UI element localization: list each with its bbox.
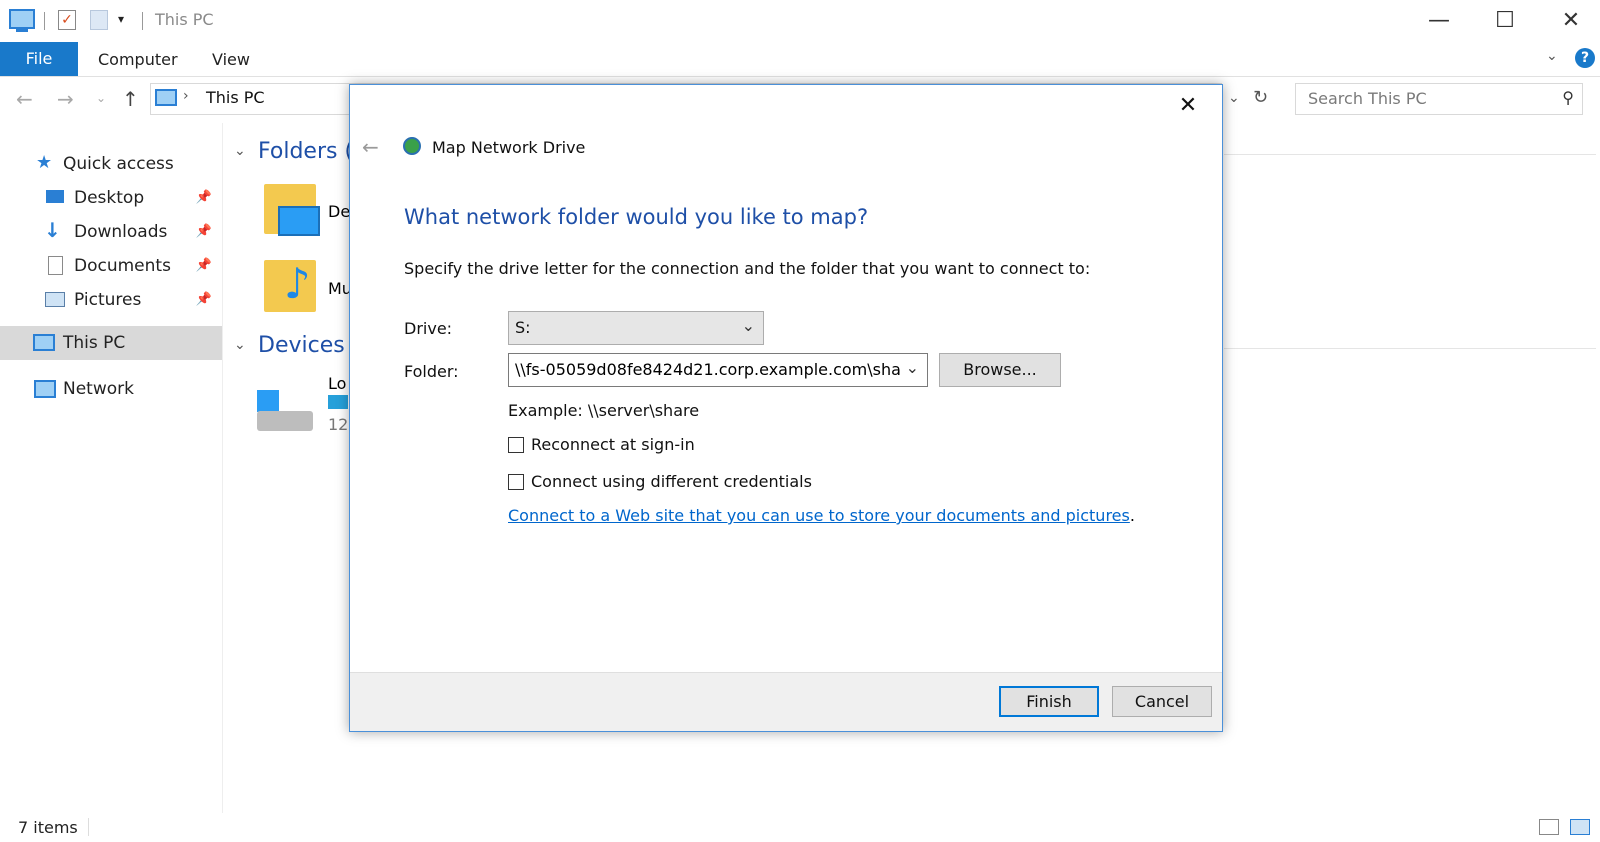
download-arrow-icon: ↓ — [44, 218, 61, 242]
group-divider — [1224, 348, 1596, 349]
breadcrumb-this-pc[interactable]: This PC — [206, 88, 265, 107]
tab-computer[interactable]: Computer — [98, 50, 178, 69]
sidebar-item-this-pc[interactable]: This PC — [0, 326, 222, 360]
new-folder-icon[interactable] — [90, 10, 108, 30]
folder-name[interactable]: De — [328, 202, 350, 221]
close-dialog-button[interactable]: ✕ — [1168, 91, 1208, 121]
tab-file[interactable]: File — [0, 42, 78, 76]
folder-input[interactable]: \\fs-05059d08fe8424d21.corp.example.com\… — [508, 353, 928, 387]
maximize-button[interactable]: ☐ — [1482, 6, 1528, 36]
sidebar-item-pictures[interactable]: Pictures 📌 — [0, 283, 222, 317]
close-window-button[interactable]: ✕ — [1548, 6, 1594, 36]
web-site-link-row: Connect to a Web site that you can use t… — [508, 506, 1135, 525]
sidebar-item-quick-access[interactable]: ★ Quick access — [0, 147, 222, 181]
search-placeholder: Search This PC — [1308, 89, 1427, 108]
recent-locations-button[interactable]: ⌄ — [96, 91, 106, 105]
chevron-down-icon[interactable]: ⌄ — [901, 358, 919, 377]
dialog-heading: What network folder would you like to ma… — [404, 205, 869, 229]
credentials-checkbox[interactable] — [508, 474, 524, 490]
ribbon: File Computer View ⌄ ? — [0, 42, 1600, 77]
details-view-icon[interactable] — [1539, 819, 1559, 835]
computer-icon — [155, 89, 177, 106]
address-dropdown-icon[interactable]: ⌄ — [1228, 90, 1240, 106]
dialog-title: Map Network Drive — [432, 138, 586, 157]
pin-icon[interactable]: 📌 — [196, 224, 212, 239]
sidebar-item-label: Documents — [74, 256, 171, 276]
drive-label: Drive: — [404, 319, 453, 338]
drive-icon[interactable] — [257, 411, 313, 431]
finish-button[interactable]: Finish — [999, 686, 1099, 717]
refresh-button[interactable]: ↻ — [1253, 87, 1268, 108]
cancel-button[interactable]: Cancel — [1112, 686, 1212, 717]
search-input[interactable]: Search This PC ⚲ — [1295, 83, 1583, 115]
back-button[interactable]: ← — [16, 87, 33, 111]
chevron-down-icon: ⌄ — [741, 316, 755, 335]
drive-usage-bar — [328, 395, 348, 409]
device-name[interactable]: Lo — [328, 374, 346, 393]
desktop-screen-icon — [278, 206, 320, 236]
sidebar-item-label: This PC — [63, 333, 126, 353]
expand-ribbon-icon[interactable]: ⌄ — [1546, 48, 1558, 64]
link-suffix: . — [1129, 506, 1135, 525]
minimize-button[interactable]: — — [1416, 6, 1462, 36]
group-divider — [1224, 154, 1596, 155]
status-bar: 7 items — [0, 814, 1600, 842]
customize-toolbar-icon[interactable]: ▾ — [118, 12, 124, 26]
status-divider — [88, 818, 89, 836]
divider — [44, 12, 45, 30]
sidebar-item-label: Desktop — [74, 188, 145, 208]
sidebar-item-network[interactable]: Network — [0, 372, 222, 406]
chevron-down-icon[interactable]: ⌄ — [234, 143, 246, 159]
credentials-label[interactable]: Connect using different credentials — [531, 472, 812, 491]
chevron-down-icon[interactable]: ⌄ — [234, 337, 246, 353]
pictures-icon — [45, 292, 65, 307]
document-icon — [48, 256, 63, 275]
up-button[interactable]: ↑ — [122, 87, 139, 111]
folder-label: Folder: — [404, 362, 459, 381]
drive-select[interactable]: S: ⌄ — [508, 311, 764, 345]
web-site-link[interactable]: Connect to a Web site that you can use t… — [508, 506, 1130, 525]
browse-button[interactable]: Browse... — [939, 353, 1061, 387]
properties-icon[interactable]: ✓ — [58, 10, 76, 30]
sidebar-item-label: Quick access — [63, 154, 174, 174]
star-icon: ★ — [36, 152, 53, 173]
windows-logo-icon — [257, 390, 279, 412]
title-bar: ✓ ▾ This PC — ☐ ✕ — [0, 0, 1600, 42]
this-pc-icon — [33, 334, 55, 351]
help-icon[interactable]: ? — [1575, 48, 1595, 68]
desktop-icon — [46, 190, 64, 203]
monitor-stand-icon — [16, 29, 28, 32]
search-icon: ⚲ — [1562, 88, 1574, 107]
music-note-icon: ♪ — [284, 259, 311, 308]
dialog-footer: Finish Cancel — [350, 672, 1222, 731]
pin-icon[interactable]: 📌 — [196, 258, 212, 273]
navigation-pane: ★ Quick access Desktop 📌 ↓ Downloads 📌 D… — [0, 123, 223, 813]
sidebar-item-label: Network — [63, 379, 134, 399]
reconnect-label[interactable]: Reconnect at sign-in — [531, 435, 695, 454]
breadcrumb-separator-icon: › — [183, 88, 189, 104]
item-count: 7 items — [18, 818, 78, 837]
window-title: This PC — [155, 10, 214, 29]
back-arrow-icon[interactable]: ← — [362, 135, 379, 159]
sidebar-item-label: Downloads — [74, 222, 168, 242]
example-text: Example: \\server\share — [508, 401, 700, 420]
network-drive-icon — [403, 137, 421, 155]
reconnect-checkbox[interactable] — [508, 437, 524, 453]
large-icons-view-icon[interactable] — [1570, 819, 1590, 835]
forward-button[interactable]: → — [57, 87, 74, 111]
instructions-text: Specify the drive letter for the connect… — [404, 259, 1091, 278]
sidebar-item-label: Pictures — [74, 290, 142, 310]
sidebar-item-documents[interactable]: Documents 📌 — [0, 249, 222, 283]
folder-value: \\fs-05059d08fe8424d21.corp.example.com\… — [515, 360, 918, 379]
divider — [142, 12, 143, 30]
sidebar-item-desktop[interactable]: Desktop 📌 — [0, 181, 222, 215]
map-network-drive-dialog: ✕ ← Map Network Drive What network folde… — [349, 84, 1223, 732]
pin-icon[interactable]: 📌 — [196, 190, 212, 205]
drive-value: S: — [515, 318, 531, 337]
network-icon — [34, 380, 56, 398]
pin-icon[interactable]: 📌 — [196, 292, 212, 307]
this-pc-icon[interactable] — [9, 9, 35, 29]
tab-view[interactable]: View — [212, 50, 250, 69]
sidebar-item-downloads[interactable]: ↓ Downloads 📌 — [0, 215, 222, 249]
